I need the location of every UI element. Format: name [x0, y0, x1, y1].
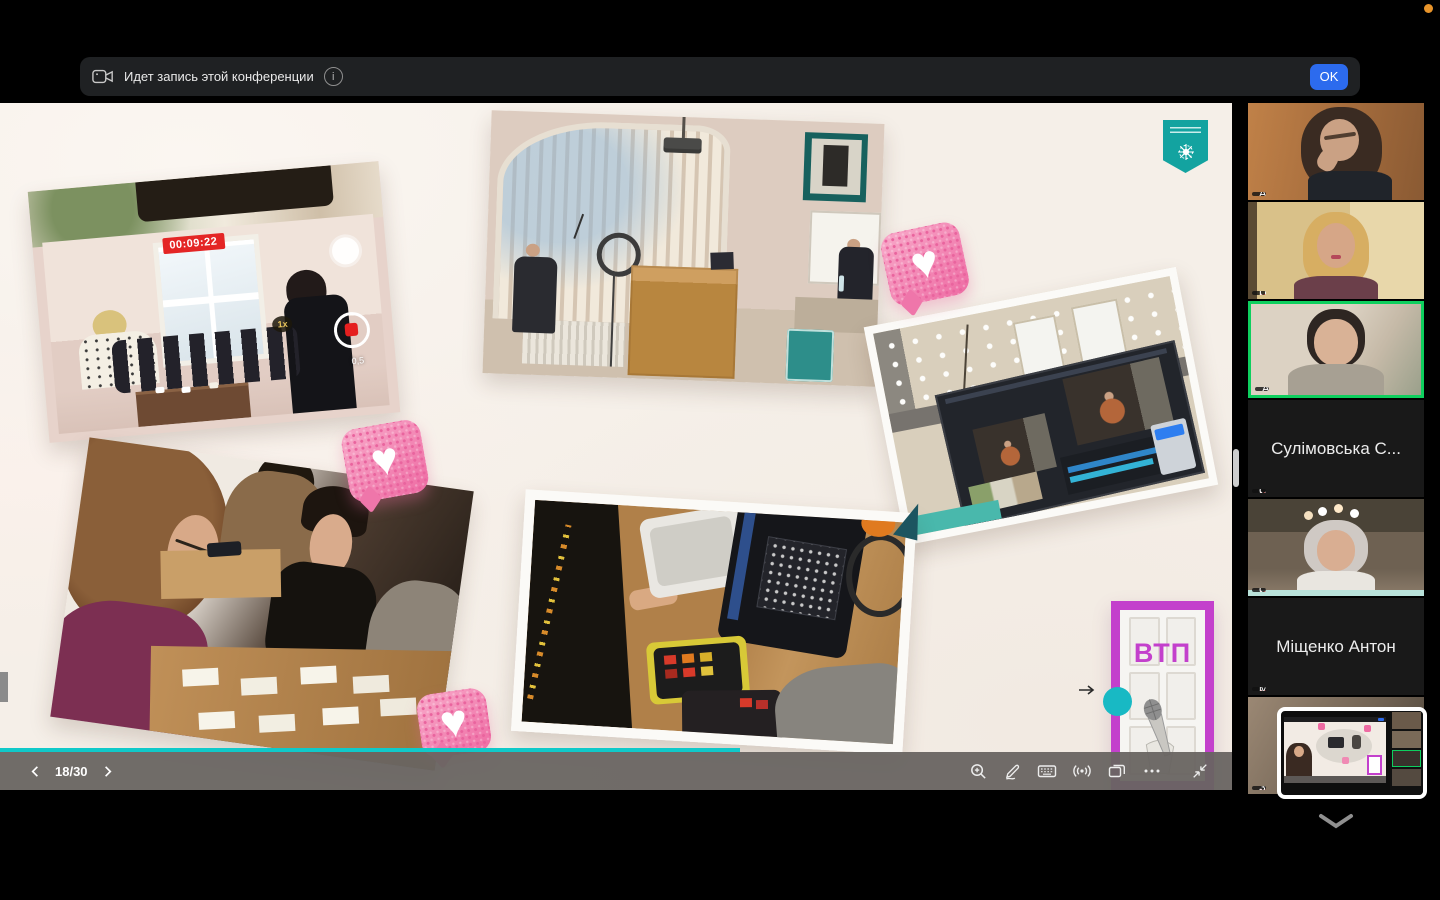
keyboard-button[interactable]	[1036, 760, 1058, 782]
page-indicator: 18/30	[55, 764, 88, 779]
recording-indicator-dot	[1424, 4, 1433, 13]
ok-button[interactable]: OK	[1310, 64, 1348, 90]
like-heart-icon	[878, 219, 972, 308]
collapse-participants-button[interactable]	[1306, 809, 1366, 833]
mouse-cursor	[1078, 683, 1096, 701]
presentation-toolbar: 18/30	[0, 752, 1232, 790]
university-logo	[1163, 120, 1208, 173]
participant-name: Міщенко Антон	[1259, 687, 1266, 691]
participant-name: Сулімовська Соломія	[1259, 489, 1266, 493]
participant-name: OLENA HRYHOREVSKA	[1259, 588, 1266, 592]
shared-screen-presentation: 00:09:22 1x 0,5	[0, 103, 1232, 790]
zoom-meeting-window: Идет запись этой конференции i OK 00:09:…	[0, 0, 1440, 900]
participants-panel: Алла мажара Політова Олена Аркаді... Ана…	[1248, 103, 1424, 900]
participant-tile-anastasiia-yetushenko[interactable]: Анастасія Єтушенко	[1248, 301, 1424, 398]
participant-name: Алла мажара	[1259, 192, 1266, 196]
participant-tile-alla-mazhara[interactable]: Алла мажара	[1248, 103, 1424, 200]
exit-fullscreen-button[interactable]	[1190, 761, 1210, 781]
prev-slide-button[interactable]	[26, 762, 45, 781]
participant-initial-name: Міщенко Антон	[1248, 598, 1424, 695]
participant-name: Політова Олена Аркаді...	[1259, 291, 1266, 295]
decor-edge-tab	[0, 672, 8, 702]
participant-tile-mishchenko-anton[interactable]: Міщенко Антон Міщенко Антон	[1248, 598, 1424, 695]
broadcast-button[interactable]	[1071, 760, 1093, 782]
camera-zoom-alt: 0,5	[351, 355, 364, 366]
recording-notification-bar: Идет запись этой конференции i OK	[80, 57, 1360, 96]
participant-name: Анастасія Єтушенко	[1262, 387, 1269, 391]
slides-button[interactable]	[1106, 760, 1128, 782]
participant-tile-politova-olena[interactable]: Політова Олена Аркаді...	[1248, 202, 1424, 299]
camera-icon	[92, 69, 114, 84]
notification-text: Идет запись этой конференции	[124, 69, 314, 84]
annotate-pen-button[interactable]	[1002, 761, 1023, 782]
door-label: ВТП	[1120, 638, 1205, 669]
more-options-button[interactable]	[1141, 760, 1163, 782]
info-icon[interactable]: i	[324, 67, 343, 86]
like-heart-icon	[339, 418, 431, 505]
panel-resize-handle[interactable]	[1233, 449, 1239, 487]
participant-tile-sulimovska-solomiia[interactable]: Сулімовська С... Сулімовська Соломія	[1248, 400, 1424, 497]
photo-classroom-interview	[483, 110, 885, 387]
annotation-dot	[1103, 687, 1132, 716]
participant-initial-name: Сулімовська С...	[1248, 400, 1424, 497]
participant-name: З...	[1259, 786, 1266, 790]
participant-tile-olena-hryhorevska[interactable]: OLENA HRYHOREVSKA	[1248, 499, 1424, 596]
zoom-in-button[interactable]	[968, 761, 989, 782]
photo-cafe-phone-recording: 00:09:22 1x 0,5	[28, 161, 401, 443]
screen-share-preview-thumbnail[interactable]	[1277, 707, 1427, 799]
next-slide-button[interactable]	[98, 762, 117, 781]
photo-audio-equipment	[511, 489, 917, 754]
